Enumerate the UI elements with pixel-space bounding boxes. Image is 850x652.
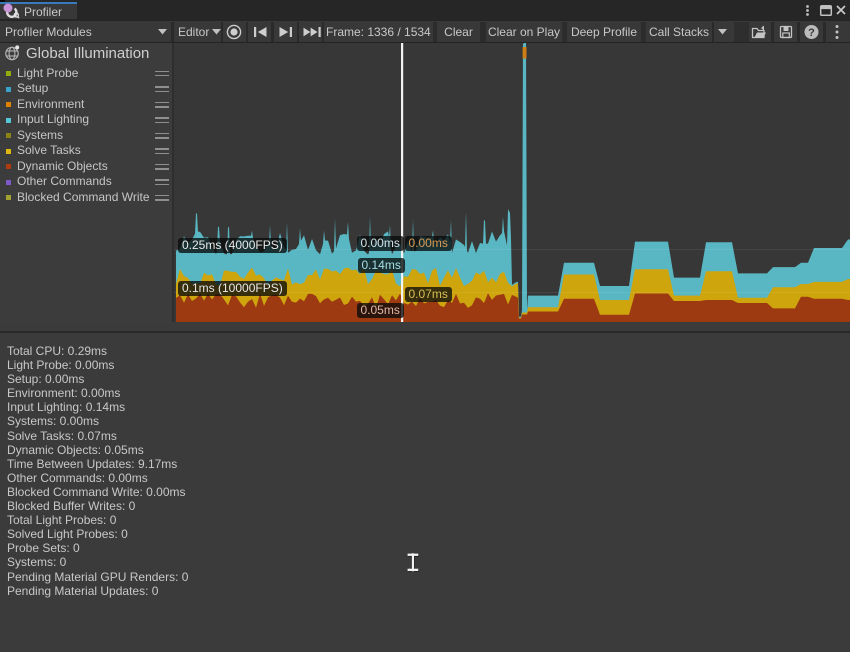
svg-text:?: ? — [808, 27, 815, 39]
